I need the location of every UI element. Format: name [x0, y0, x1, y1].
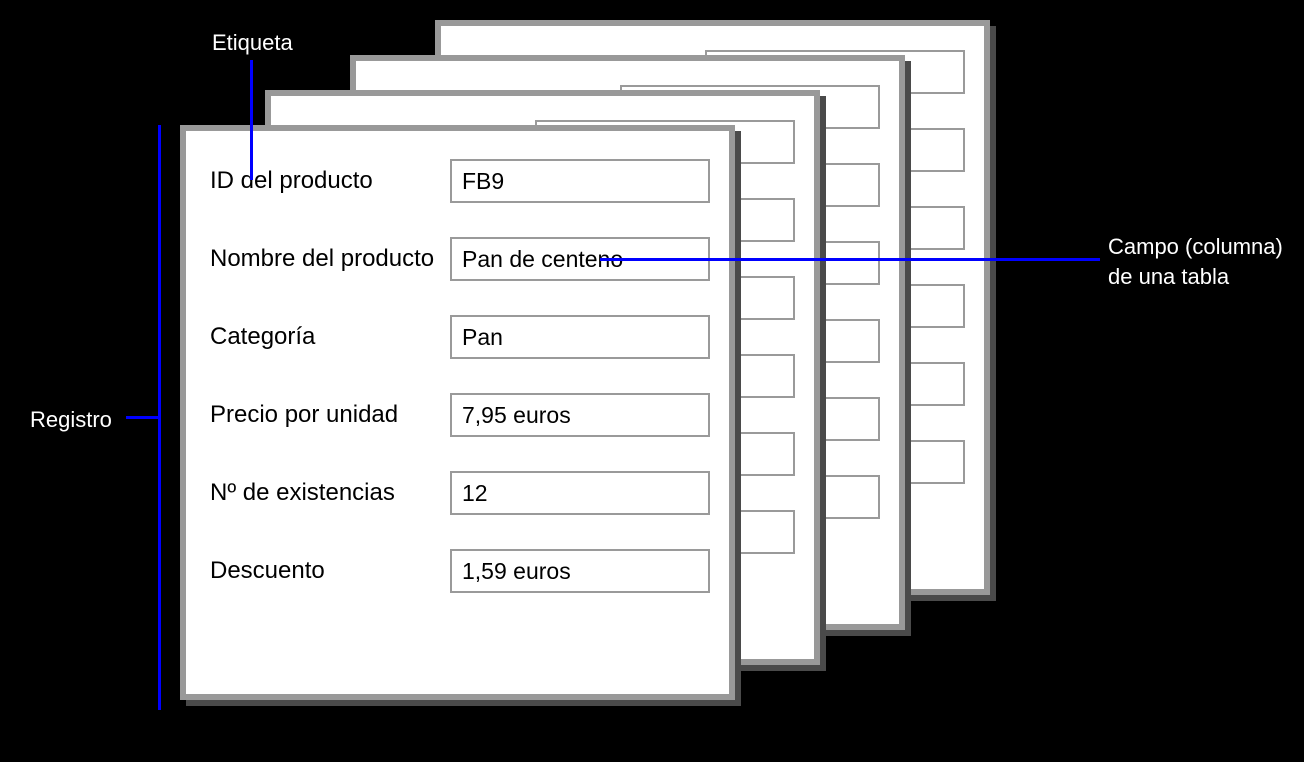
label-category: Categoría — [210, 323, 450, 351]
label-price: Precio por unidad — [210, 401, 450, 429]
value-price: 7,95 euros — [450, 393, 710, 437]
form-row-price: Precio por unidad 7,95 euros — [210, 393, 713, 437]
callout-text-right-line2: de una tabla — [1108, 264, 1229, 289]
label-name: Nombre del producto — [210, 245, 450, 273]
form-row-id: ID del producto FB9 — [210, 159, 713, 203]
callout-bracket-left-tick — [126, 416, 160, 419]
value-stock: 12 — [450, 471, 710, 515]
label-discount: Descuento — [210, 557, 450, 585]
record-card-front: ID del producto FB9 Nombre del producto … — [180, 125, 735, 700]
callout-line-top — [250, 60, 253, 180]
value-discount: 1,59 euros — [450, 549, 710, 593]
form-row-stock: Nº de existencias 12 — [210, 471, 713, 515]
diagram-stage: ID del producto FB9 Nombre del producto … — [0, 0, 1304, 762]
callout-text-left: Registro — [30, 405, 112, 435]
callout-text-right: Campo (columna) de una tabla — [1108, 232, 1283, 291]
form-row-category: Categoría Pan — [210, 315, 713, 359]
form-row-discount: Descuento 1,59 euros — [210, 549, 713, 593]
value-category: Pan — [450, 315, 710, 359]
label-stock: Nº de existencias — [210, 479, 450, 507]
value-id: FB9 — [450, 159, 710, 203]
callout-text-top: Etiqueta — [212, 28, 293, 58]
callout-line-right — [600, 258, 1100, 261]
label-id: ID del producto — [210, 167, 450, 195]
callout-text-right-line1: Campo (columna) — [1108, 234, 1283, 259]
